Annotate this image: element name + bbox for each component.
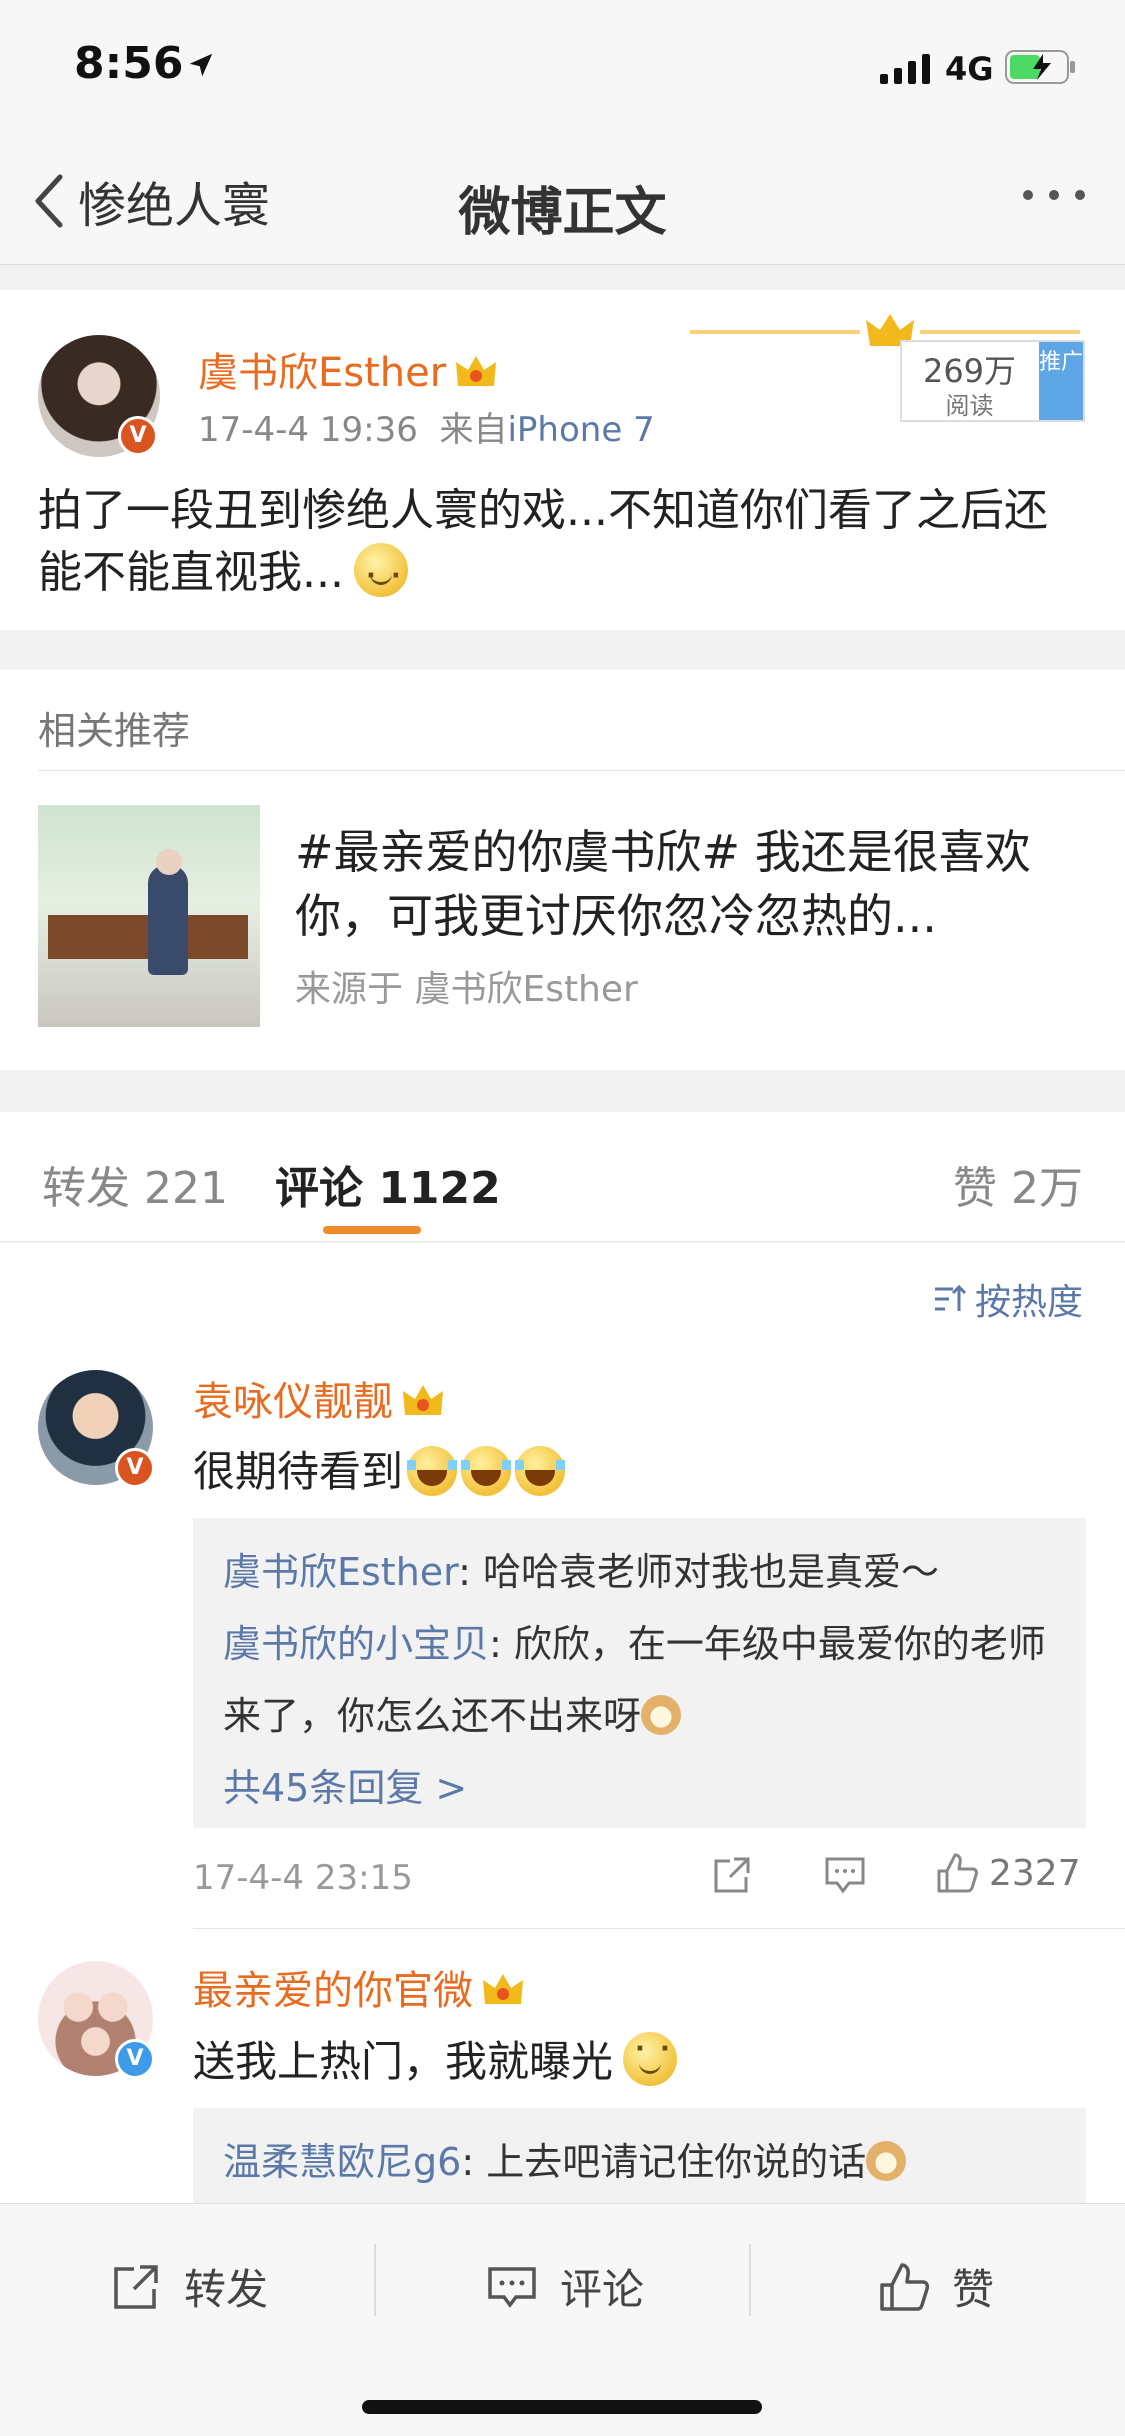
network-type: 4G xyxy=(945,50,994,88)
smile-emoji-icon xyxy=(623,2032,678,2086)
laugh-tears-emoji-icon xyxy=(407,1446,458,1496)
related-heading: 相关推荐 xyxy=(38,709,191,753)
divider xyxy=(374,2244,376,2316)
doge-emoji-icon xyxy=(641,1695,682,1735)
commenter-name[interactable]: 最亲爱的你官微 xyxy=(193,1958,525,2016)
thumbnail-figure xyxy=(148,865,188,975)
share-icon xyxy=(714,1857,750,1893)
member-crown-icon xyxy=(483,1974,523,2004)
comment-list: 按热度 V 袁咏仪靓靓 很期待看到 虞书欣Esther: 哈哈袁老师对我也是真爱… xyxy=(0,1243,1125,2203)
thumbnail-head xyxy=(156,849,182,875)
comment-text: 送我上热门，我就曝光 xyxy=(193,2028,678,2089)
author-name-text: 虞书欣Esther xyxy=(198,350,447,396)
comment-like-button[interactable]: 2327 xyxy=(935,1851,1081,1895)
comment-body: 送我上热门，我就曝光 xyxy=(193,2037,614,2086)
like-button[interactable]: 赞 xyxy=(878,2256,994,2317)
smile-emoji-icon xyxy=(353,543,408,607)
bottom-action-bar: 转发 评论 赞 xyxy=(0,2203,1125,2436)
location-arrow-icon xyxy=(189,53,213,77)
like-label: 赞 xyxy=(952,2265,995,2314)
tab-comment[interactable]: 评论 1122 xyxy=(275,1152,501,1216)
tab-like[interactable]: 赞 2万 xyxy=(953,1152,1083,1216)
reply-author[interactable]: 虞书欣Esther xyxy=(223,1550,458,1594)
like-count: 2327 xyxy=(989,1852,1081,1894)
laugh-tears-emoji-icon xyxy=(461,1446,512,1496)
post-body: 拍了一段丑到惨绝人寰的戏...不知道你们看了之后还能不能直视我... xyxy=(38,485,1048,598)
comment-icon xyxy=(488,2266,536,2308)
more-dot xyxy=(1075,190,1085,200)
verified-badge-icon: V xyxy=(115,2039,155,2079)
comment-button[interactable]: 评论 xyxy=(486,2256,644,2317)
reply-item: 虞书欣的小宝贝: 欣欣，在一年级中最爱你的老师来了，你怎么还不出来呀 xyxy=(223,1608,1056,1752)
home-indicator xyxy=(362,2400,762,2414)
author-name[interactable]: 虞书欣Esther xyxy=(198,340,498,398)
sort-label: 按热度 xyxy=(974,1282,1083,1323)
post-source-prefix: 来自 xyxy=(439,410,508,450)
comment-label: 评论 xyxy=(560,2265,645,2314)
reply-item: 虞书欣Esther: 哈哈袁老师对我也是真爱～ xyxy=(223,1536,1056,1608)
more-dot xyxy=(1049,190,1059,200)
read-count-box[interactable]: 269万 阅读 推广 xyxy=(900,340,1085,422)
comment-tabs: 转发 221 评论 1122 赞 2万 xyxy=(0,1112,1125,1242)
post-date: 17-4-4 19:36 xyxy=(198,410,418,450)
read-label: 阅读 xyxy=(945,392,994,420)
status-time: 8:56 xyxy=(74,38,184,89)
back-button[interactable]: 惨绝人寰 xyxy=(30,166,270,236)
related-section: 相关推荐 #最亲爱的你虞书欣# 我还是很喜欢你，可我更讨厌你忽冷忽热的... 来… xyxy=(0,670,1125,1070)
reply-text: : 上去吧请记住你说的话 xyxy=(461,2140,867,2184)
signal-icon xyxy=(880,54,930,84)
post-card: V 虞书欣Esther 17-4-4 19:36 来自iPhone 7 269万… xyxy=(0,290,1125,630)
battery-charging-icon xyxy=(1005,50,1075,84)
reply-author[interactable]: 虞书欣的小宝贝 xyxy=(223,1622,489,1666)
related-title[interactable]: #最亲爱的你虞书欣# 我还是很喜欢你，可我更讨厌你忽冷忽热的... xyxy=(295,820,1095,948)
active-tab-indicator xyxy=(323,1226,421,1234)
reply-author[interactable]: 温柔慧欧尼g6 xyxy=(223,2140,461,2184)
comment-date: 17-4-4 23:15 xyxy=(193,1858,413,1898)
laugh-tears-emoji-icon xyxy=(515,1446,566,1496)
reply-box[interactable]: 温柔慧欧尼g6: 上去吧请记住你说的话 xyxy=(193,2108,1086,2203)
reply-item: 温柔慧欧尼g6: 上去吧请记住你说的话 xyxy=(223,2126,1056,2198)
verified-badge-icon: V xyxy=(115,1448,155,1488)
chevron-left-icon xyxy=(35,174,63,228)
comment-divider xyxy=(193,1928,1125,1929)
sort-icon xyxy=(934,1284,967,1311)
thumbs-up-icon xyxy=(880,2262,930,2311)
reply-box[interactable]: 虞书欣Esther: 哈哈袁老师对我也是真爱～ 虞书欣的小宝贝: 欣欣，在一年级… xyxy=(193,1518,1086,1828)
back-label: 惨绝人寰 xyxy=(78,178,271,234)
post-source[interactable]: iPhone 7 xyxy=(507,410,654,450)
status-bar: 8:56 4G xyxy=(0,0,1125,130)
commenter-name[interactable]: 袁咏仪靓靓 xyxy=(193,1369,445,1427)
related-source: 来源于 虞书欣Esther xyxy=(295,969,638,1010)
tab-repost[interactable]: 转发 221 xyxy=(42,1152,228,1216)
post-meta: 17-4-4 19:36 来自iPhone 7 xyxy=(198,402,655,451)
member-crown-icon xyxy=(456,356,497,386)
commenter-name-text: 最亲爱的你官微 xyxy=(193,1968,473,2014)
doge-emoji-icon xyxy=(866,2141,907,2181)
sort-button[interactable]: 按热度 xyxy=(931,1273,1083,1325)
member-crown-icon xyxy=(403,1385,443,1415)
more-dots-icon xyxy=(1023,190,1033,200)
repost-button[interactable]: 转发 xyxy=(110,2256,268,2317)
related-thumbnail[interactable] xyxy=(38,805,260,1027)
post-text: 拍了一段丑到惨绝人寰的戏...不知道你们看了之后还能不能直视我... xyxy=(38,480,1088,607)
thumbs-up-icon xyxy=(937,1853,978,1893)
comment-icon xyxy=(825,1857,865,1894)
promote-button[interactable]: 推广 xyxy=(1039,342,1083,420)
divider xyxy=(749,2244,751,2316)
verified-badge-icon: V xyxy=(118,416,158,456)
reply-text: : 哈哈袁老师对我也是真爱～ xyxy=(458,1550,940,1594)
repost-label: 转发 xyxy=(184,2265,269,2314)
comment-text: 很期待看到 xyxy=(193,1438,566,1499)
more-button[interactable] xyxy=(1023,190,1085,200)
comment-share-button[interactable] xyxy=(710,1853,754,1897)
share-icon xyxy=(114,2264,158,2309)
divider xyxy=(38,770,1125,771)
commenter-name-text: 袁咏仪靓靓 xyxy=(193,1379,393,1425)
navigation-bar: 惨绝人寰 微博正文 xyxy=(0,130,1125,265)
more-replies-link[interactable]: 共45条回复 > xyxy=(223,1752,1056,1824)
comment-reply-button[interactable] xyxy=(823,1853,867,1897)
comment-body: 很期待看到 xyxy=(193,1447,404,1496)
